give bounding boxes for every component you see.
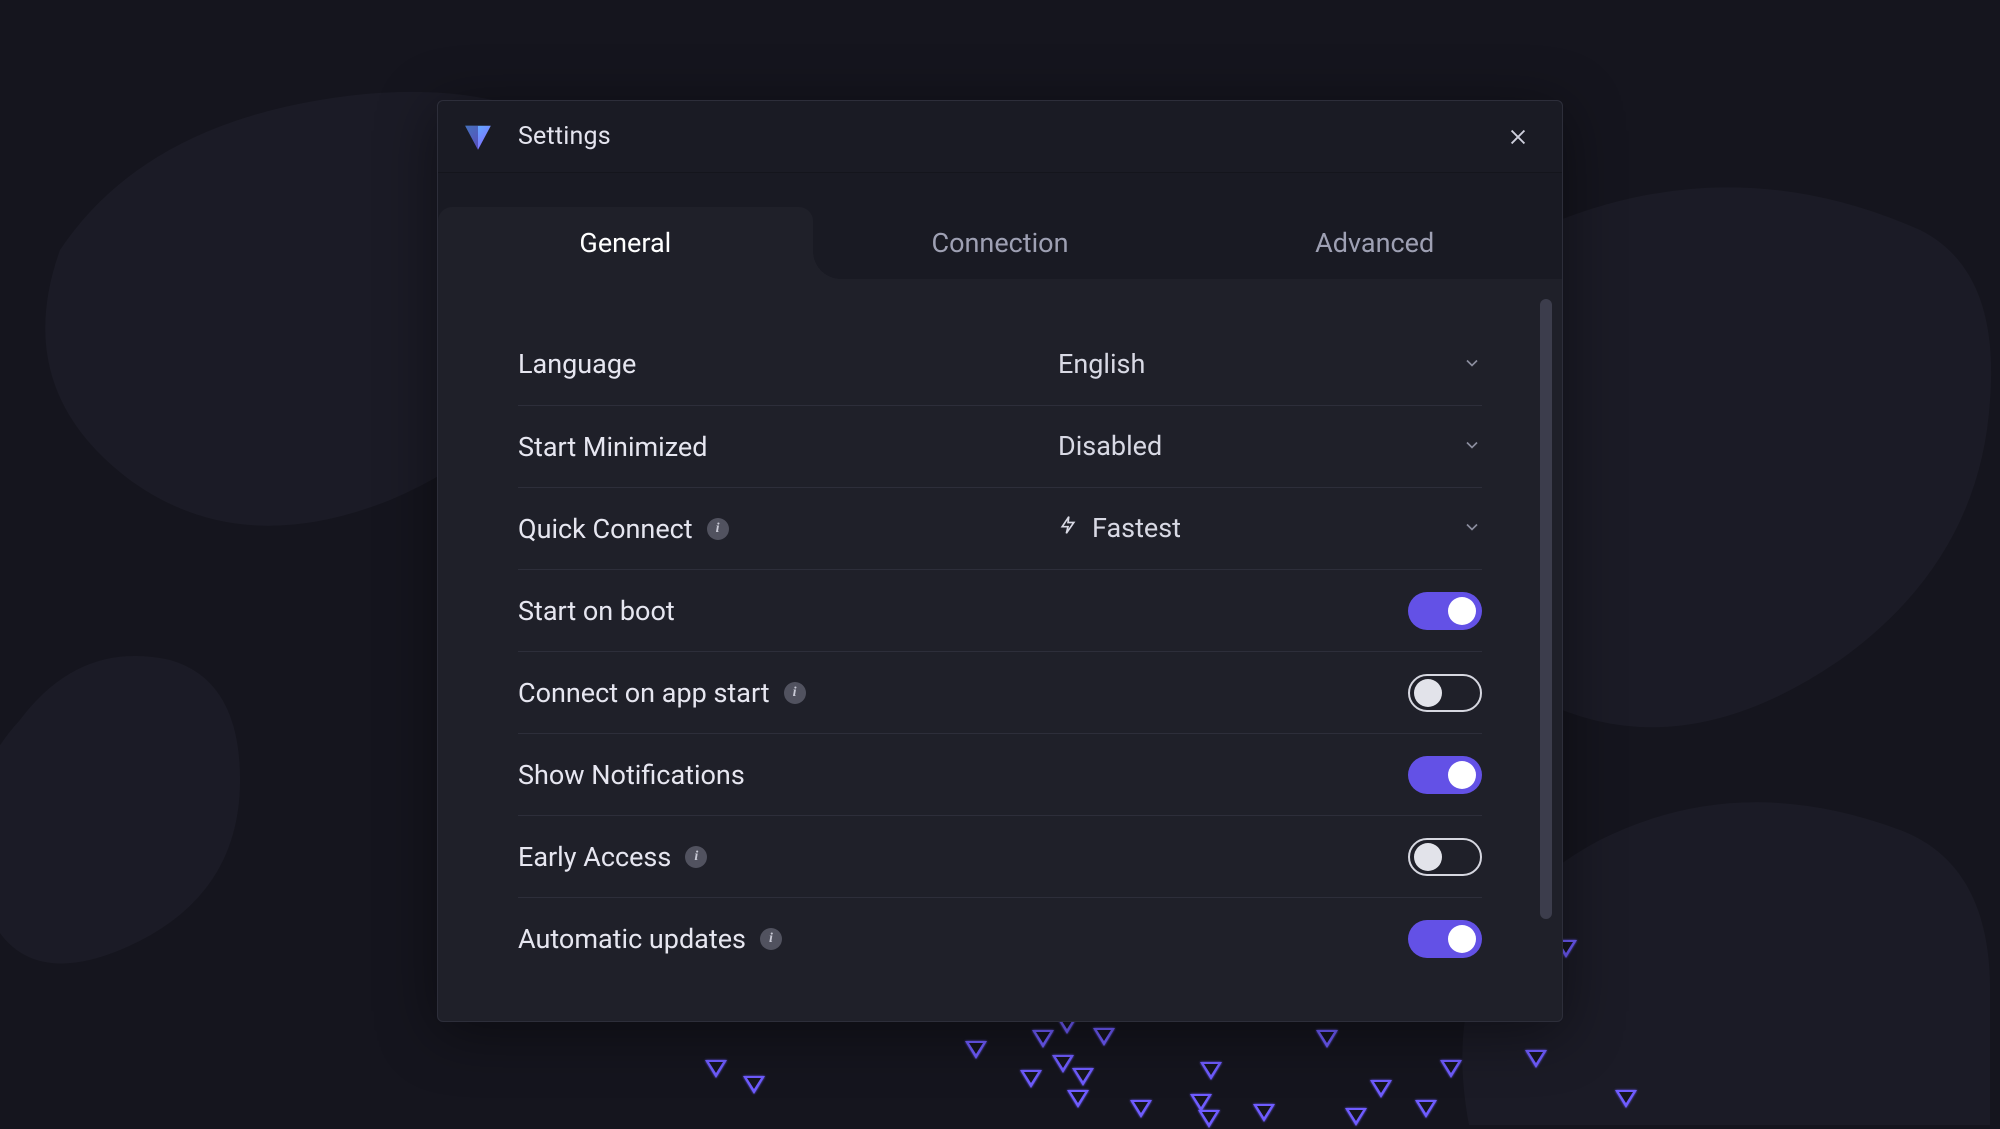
toggle-early-access[interactable] — [1408, 838, 1482, 876]
chevron-down-icon — [1462, 348, 1482, 380]
label-automatic-updates: Automatic updates — [518, 923, 746, 955]
info-icon[interactable]: i — [784, 682, 806, 704]
row-quick-connect: Quick Connect i Fastest — [518, 487, 1482, 569]
label-early-access: Early Access — [518, 841, 671, 873]
scrollbar-thumb[interactable] — [1540, 299, 1552, 919]
window-title: Settings — [518, 122, 611, 151]
close-button[interactable] — [1500, 119, 1536, 155]
label-start-minimized: Start Minimized — [518, 431, 707, 463]
close-icon — [1507, 126, 1529, 148]
label-show-notifications: Show Notifications — [518, 759, 745, 791]
dropdown-language[interactable]: English — [1058, 348, 1482, 381]
tabstrip: General Connection Advanced — [438, 173, 1562, 279]
info-icon[interactable]: i — [760, 928, 782, 950]
label-language: Language — [518, 348, 636, 380]
tab-label: General — [579, 227, 671, 259]
row-start-minimized: Start Minimized Disabled — [518, 405, 1482, 487]
dropdown-start-minimized[interactable]: Disabled — [1058, 430, 1482, 463]
titlebar: Settings — [438, 101, 1562, 173]
scrollbar[interactable] — [1540, 299, 1552, 919]
toggle-start-on-boot[interactable] — [1408, 592, 1482, 630]
row-connect-on-start: Connect on app start i — [518, 651, 1482, 733]
value-quick-connect: Fastest — [1092, 512, 1181, 544]
dropdown-quick-connect[interactable]: Fastest — [1058, 512, 1482, 545]
settings-modal: Settings General Connection Advanced Lan… — [437, 100, 1563, 1022]
app-logo-icon — [460, 119, 496, 155]
row-early-access: Early Access i — [518, 815, 1482, 897]
tab-label: Connection — [932, 227, 1069, 259]
row-start-on-boot: Start on boot — [518, 569, 1482, 651]
value-language: English — [1058, 348, 1145, 380]
label-quick-connect: Quick Connect — [518, 513, 693, 545]
info-icon[interactable]: i — [685, 846, 707, 868]
toggle-automatic-updates[interactable] — [1408, 920, 1482, 958]
tab-connection[interactable]: Connection — [813, 207, 1188, 279]
tab-label: Advanced — [1315, 227, 1434, 259]
tab-general[interactable]: General — [438, 207, 813, 279]
settings-content: Language English Start Minimized Disable… — [438, 279, 1562, 1021]
row-show-notifications: Show Notifications — [518, 733, 1482, 815]
value-start-minimized: Disabled — [1058, 430, 1162, 462]
toggle-connect-on-start[interactable] — [1408, 674, 1482, 712]
chevron-down-icon — [1462, 512, 1482, 544]
bolt-icon — [1058, 512, 1078, 544]
toggle-show-notifications[interactable] — [1408, 756, 1482, 794]
row-language: Language English — [518, 323, 1482, 405]
tab-advanced[interactable]: Advanced — [1187, 207, 1562, 279]
chevron-down-icon — [1462, 430, 1482, 462]
info-icon[interactable]: i — [707, 518, 729, 540]
row-automatic-updates: Automatic updates i — [518, 897, 1482, 979]
label-start-on-boot: Start on boot — [518, 595, 675, 627]
label-connect-on-start: Connect on app start — [518, 677, 770, 709]
